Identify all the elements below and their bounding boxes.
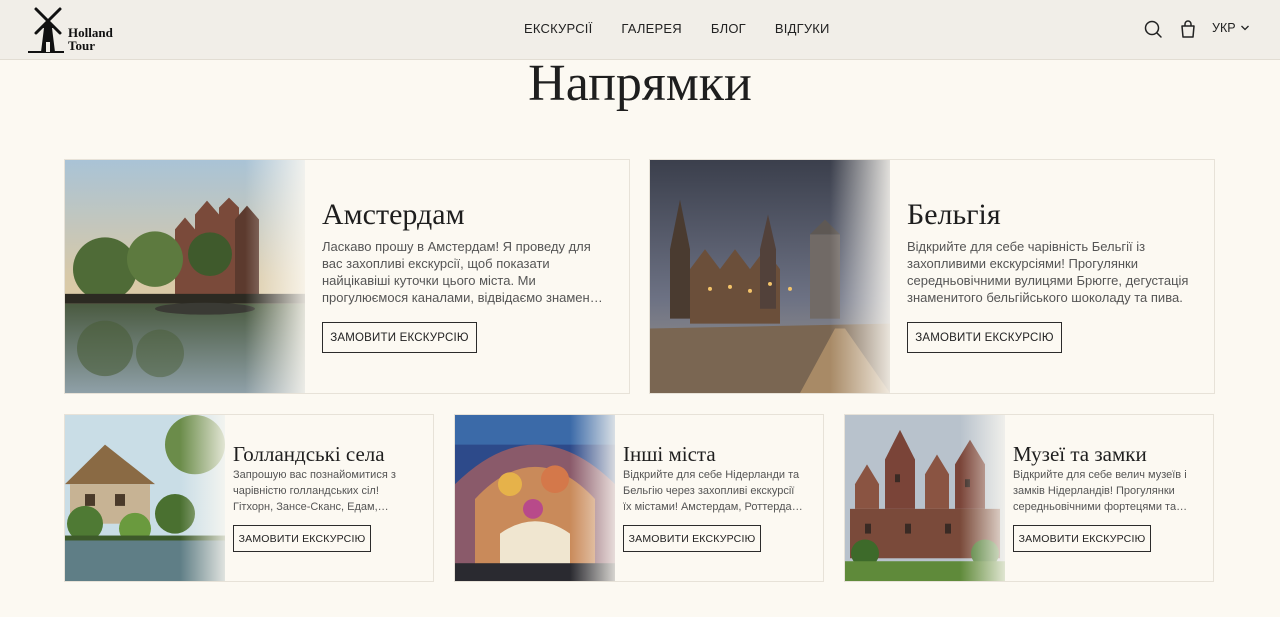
card-description: Запрошую вас познайомитися з чарівністю … [233, 469, 396, 513]
card-title: Бельгія [907, 198, 1001, 231]
card-title: Інші міста [623, 442, 716, 466]
card-title: Амстердам [322, 198, 465, 231]
destination-card-amsterdam: Амстердам Ласкаво прошу в Амстердам! Я п… [64, 159, 630, 394]
search-icon[interactable] [1143, 19, 1163, 39]
site-header: Holland Tour ЕКСКУРСІЇ ГАЛЕРЕЯ БЛОГ ВІДГ… [0, 0, 1280, 60]
holland-tour-logo[interactable]: Holland Tour [28, 6, 128, 54]
order-excursion-button[interactable]: ЗАМОВИТИ ЕКСКУРСІЮ [623, 525, 761, 552]
card-description: Відкрийте для себе Нідерланди та Бельгію… [623, 469, 803, 513]
card-title: Музеї та замки [1013, 442, 1147, 466]
card-description: Відкрийте для себе велич музеїв і замків… [1013, 469, 1187, 513]
nav-item-gallery[interactable]: ГАЛЕРЕЯ [621, 21, 681, 36]
shopping-bag-icon[interactable] [1178, 19, 1198, 39]
nav-item-blog[interactable]: БЛОГ [711, 21, 746, 36]
card-description: Відкрийте для себе чарівність Бельгії із… [907, 239, 1189, 305]
language-label: УКР [1212, 21, 1236, 35]
card-title: Голландські села [233, 442, 385, 466]
order-excursion-button[interactable]: ЗАМОВИТИ ЕКСКУРСІЮ [233, 525, 371, 552]
page-title: Напрямки [528, 55, 752, 112]
destination-card-museums-castles: Музеї та замки Відкрийте для себе велич … [844, 414, 1214, 582]
order-excursion-button[interactable]: ЗАМОВИТИ ЕКСКУРСІЮ [322, 322, 477, 353]
order-excursion-button[interactable]: ЗАМОВИТИ ЕКСКУРСІЮ [1013, 525, 1151, 552]
main-nav: ЕКСКУРСІЇ ГАЛЕРЕЯ БЛОГ ВІДГУКИ [524, 21, 830, 36]
destination-card-other-cities: Інші міста Відкрийте для себе Нідерланди… [454, 414, 824, 582]
destination-card-dutch-villages: Голландські села Запрошую вас познайомит… [64, 414, 434, 582]
destination-card-belgium: Бельгія Відкрийте для себе чарівність Бе… [649, 159, 1215, 394]
chevron-down-icon [1240, 25, 1249, 31]
order-excursion-button[interactable]: ЗАМОВИТИ ЕКСКУРСІЮ [907, 322, 1062, 353]
nav-item-reviews[interactable]: ВІДГУКИ [775, 21, 830, 36]
logo-text: Holland Tour [68, 25, 113, 53]
nav-item-excursions[interactable]: ЕКСКУРСІЇ [524, 21, 592, 36]
language-selector[interactable]: УКР [1212, 21, 1250, 35]
card-description: Ласкаво прошу в Амстердам! Я проведу для… [322, 239, 606, 305]
